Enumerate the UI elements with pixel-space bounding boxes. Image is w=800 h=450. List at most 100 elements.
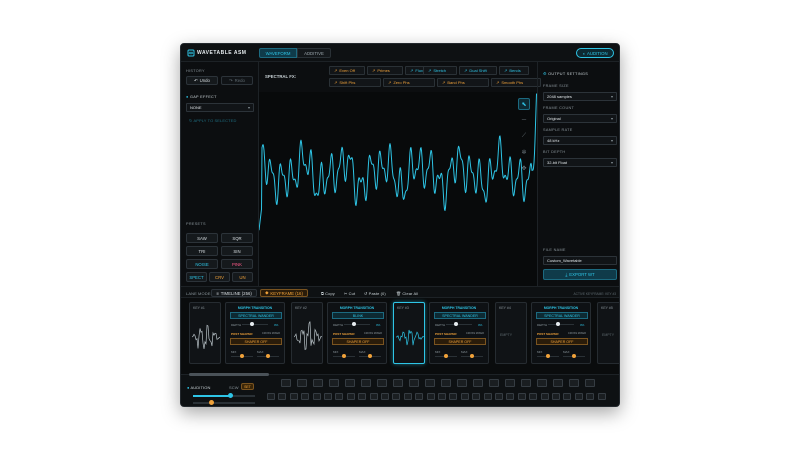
max-knob[interactable] bbox=[368, 354, 372, 358]
audition-button[interactable]: ◖ AUDITION bbox=[576, 48, 614, 58]
fx-zero-phs[interactable]: ↗ Zero Phs bbox=[383, 78, 435, 87]
pad-key[interactable] bbox=[345, 379, 355, 387]
pad-key[interactable] bbox=[506, 393, 515, 400]
mix-knob[interactable] bbox=[342, 354, 346, 358]
transition-mode-select[interactable]: SPECTRAL WANDER bbox=[536, 312, 588, 319]
export-button[interactable]: ⤓ EXPORT WT bbox=[543, 269, 617, 280]
keyframe-2[interactable]: KEY #2 bbox=[291, 302, 323, 364]
transition-mode-select[interactable]: SPECTRAL WANDER bbox=[230, 312, 282, 319]
volume-slider[interactable] bbox=[193, 393, 255, 398]
fx-even-off[interactable]: ↗ Even Off bbox=[329, 66, 365, 75]
preset-spect[interactable]: SPECT bbox=[186, 272, 207, 282]
sample-rate-select[interactable]: 48 kHz ▾ bbox=[543, 136, 617, 145]
set-button[interactable]: SET bbox=[241, 383, 254, 390]
preset-tri[interactable]: TRI bbox=[186, 246, 218, 256]
keyframe-scrollbar[interactable] bbox=[189, 373, 269, 376]
waveform-display[interactable] bbox=[259, 92, 537, 286]
pad-key[interactable] bbox=[586, 393, 595, 400]
preset-crv[interactable]: CRV bbox=[209, 272, 230, 282]
pad-key[interactable] bbox=[281, 379, 291, 387]
pad-key[interactable] bbox=[517, 393, 526, 400]
pad-key[interactable] bbox=[449, 393, 458, 400]
transition-mode-select[interactable]: BLINK bbox=[332, 312, 384, 319]
pad-key[interactable] bbox=[505, 379, 515, 387]
pad-key[interactable] bbox=[460, 393, 469, 400]
pad-key[interactable] bbox=[392, 393, 401, 400]
mix-knob[interactable] bbox=[240, 354, 244, 358]
pad-key[interactable] bbox=[553, 379, 563, 387]
pad-key[interactable] bbox=[425, 379, 435, 387]
pad-key[interactable] bbox=[358, 393, 367, 400]
magic-tool-icon[interactable]: ✲ bbox=[518, 146, 530, 158]
pad-key[interactable] bbox=[438, 393, 446, 400]
keyframe-3[interactable]: KEY #3 bbox=[393, 302, 425, 364]
pad-key[interactable] bbox=[426, 393, 435, 400]
pad-key[interactable] bbox=[529, 393, 538, 400]
redo-button[interactable]: ↷ Redo bbox=[221, 76, 253, 85]
apply-selected-button[interactable]: ↻ APPLY TO SELECTED bbox=[189, 118, 236, 123]
preset-saw[interactable]: SAW bbox=[186, 233, 218, 243]
pad-key[interactable] bbox=[324, 393, 332, 400]
pad-key[interactable] bbox=[521, 379, 531, 387]
frame-size-select[interactable]: 2048 samples ▾ bbox=[543, 92, 617, 101]
pad-key[interactable] bbox=[415, 393, 424, 400]
cut-button[interactable]: ✂ Cut bbox=[344, 291, 355, 296]
pad-key[interactable] bbox=[574, 393, 583, 400]
pad-key[interactable] bbox=[473, 379, 483, 387]
clear-all-button[interactable]: 🗑 Clear All bbox=[396, 291, 418, 296]
pad-key[interactable] bbox=[289, 393, 298, 400]
keyframe-5[interactable]: KEY #5 EMPTY bbox=[597, 302, 619, 364]
pad-key[interactable] bbox=[537, 379, 547, 387]
keyframe-mode-button[interactable]: ◆ KEYFRAME (16) bbox=[260, 289, 308, 297]
preset-sin[interactable]: SIN bbox=[221, 246, 253, 256]
mix-knob[interactable] bbox=[444, 354, 448, 358]
pad-key[interactable] bbox=[361, 379, 371, 387]
pad-key[interactable] bbox=[441, 379, 451, 387]
shaper-select[interactable]: SHAPER OFF bbox=[536, 338, 588, 345]
pad-key[interactable] bbox=[312, 393, 321, 400]
pad-key[interactable] bbox=[377, 379, 387, 387]
file-name-input[interactable]: Custom_Wavetable bbox=[543, 256, 617, 265]
preset-un[interactable]: UN bbox=[232, 272, 253, 282]
max-knob[interactable] bbox=[266, 354, 270, 358]
preset-sqr[interactable]: SQR bbox=[221, 233, 253, 243]
pad-key[interactable] bbox=[267, 393, 275, 400]
paste-button[interactable]: ↺ Paste (0) bbox=[364, 291, 386, 296]
pad-key[interactable] bbox=[597, 393, 606, 400]
depth-slider[interactable] bbox=[344, 324, 370, 325]
max-knob[interactable] bbox=[572, 354, 576, 358]
depth-knob[interactable] bbox=[556, 322, 560, 326]
preset-pink[interactable]: PINK bbox=[221, 259, 253, 269]
gap-effect-select[interactable]: NONE ▾ bbox=[186, 103, 254, 112]
pad-key[interactable] bbox=[563, 393, 572, 400]
pad-key[interactable] bbox=[369, 393, 378, 400]
fx-bends[interactable]: ↗ Bends bbox=[499, 66, 529, 75]
fx-band-phs[interactable]: ↗ Band Phs bbox=[437, 78, 489, 87]
fx-shift-phs[interactable]: ↗ Shift Phs bbox=[329, 78, 381, 87]
frame-count-select[interactable]: Original ▾ bbox=[543, 114, 617, 123]
depth-knob[interactable] bbox=[454, 322, 458, 326]
pad-key[interactable] bbox=[472, 393, 481, 400]
tab-waveform[interactable]: WAVEFORM bbox=[259, 48, 297, 58]
fx-dual-shift[interactable]: ↗ Dual Shift bbox=[459, 66, 497, 75]
pad-key[interactable] bbox=[585, 379, 595, 387]
preset-noise[interactable]: NOISE bbox=[186, 259, 218, 269]
curve-tool-icon[interactable]: ⟋ bbox=[518, 130, 530, 142]
pad-key[interactable] bbox=[346, 393, 355, 400]
fx-primes[interactable]: ↗ Primes bbox=[367, 66, 403, 75]
crosshair-tool-icon[interactable]: ✥ bbox=[518, 162, 530, 174]
depth-slider[interactable] bbox=[242, 324, 268, 325]
depth-slider[interactable] bbox=[446, 324, 472, 325]
depth-knob[interactable] bbox=[250, 322, 254, 326]
pad-key[interactable] bbox=[313, 379, 323, 387]
pad-key[interactable] bbox=[409, 379, 419, 387]
keyframe-1[interactable]: KEY #1 bbox=[189, 302, 221, 364]
copy-button[interactable]: ⧉ Copy bbox=[321, 291, 335, 296]
mix-knob[interactable] bbox=[546, 354, 550, 358]
max-knob[interactable] bbox=[470, 354, 474, 358]
bit-depth-select[interactable]: 32-bit Float ▾ bbox=[543, 158, 617, 167]
pad-key[interactable] bbox=[297, 379, 307, 387]
volume-knob[interactable] bbox=[227, 393, 233, 398]
undo-button[interactable]: ↶ Undo bbox=[186, 76, 218, 85]
shaper-select[interactable]: SHAPER OFF bbox=[434, 338, 486, 345]
